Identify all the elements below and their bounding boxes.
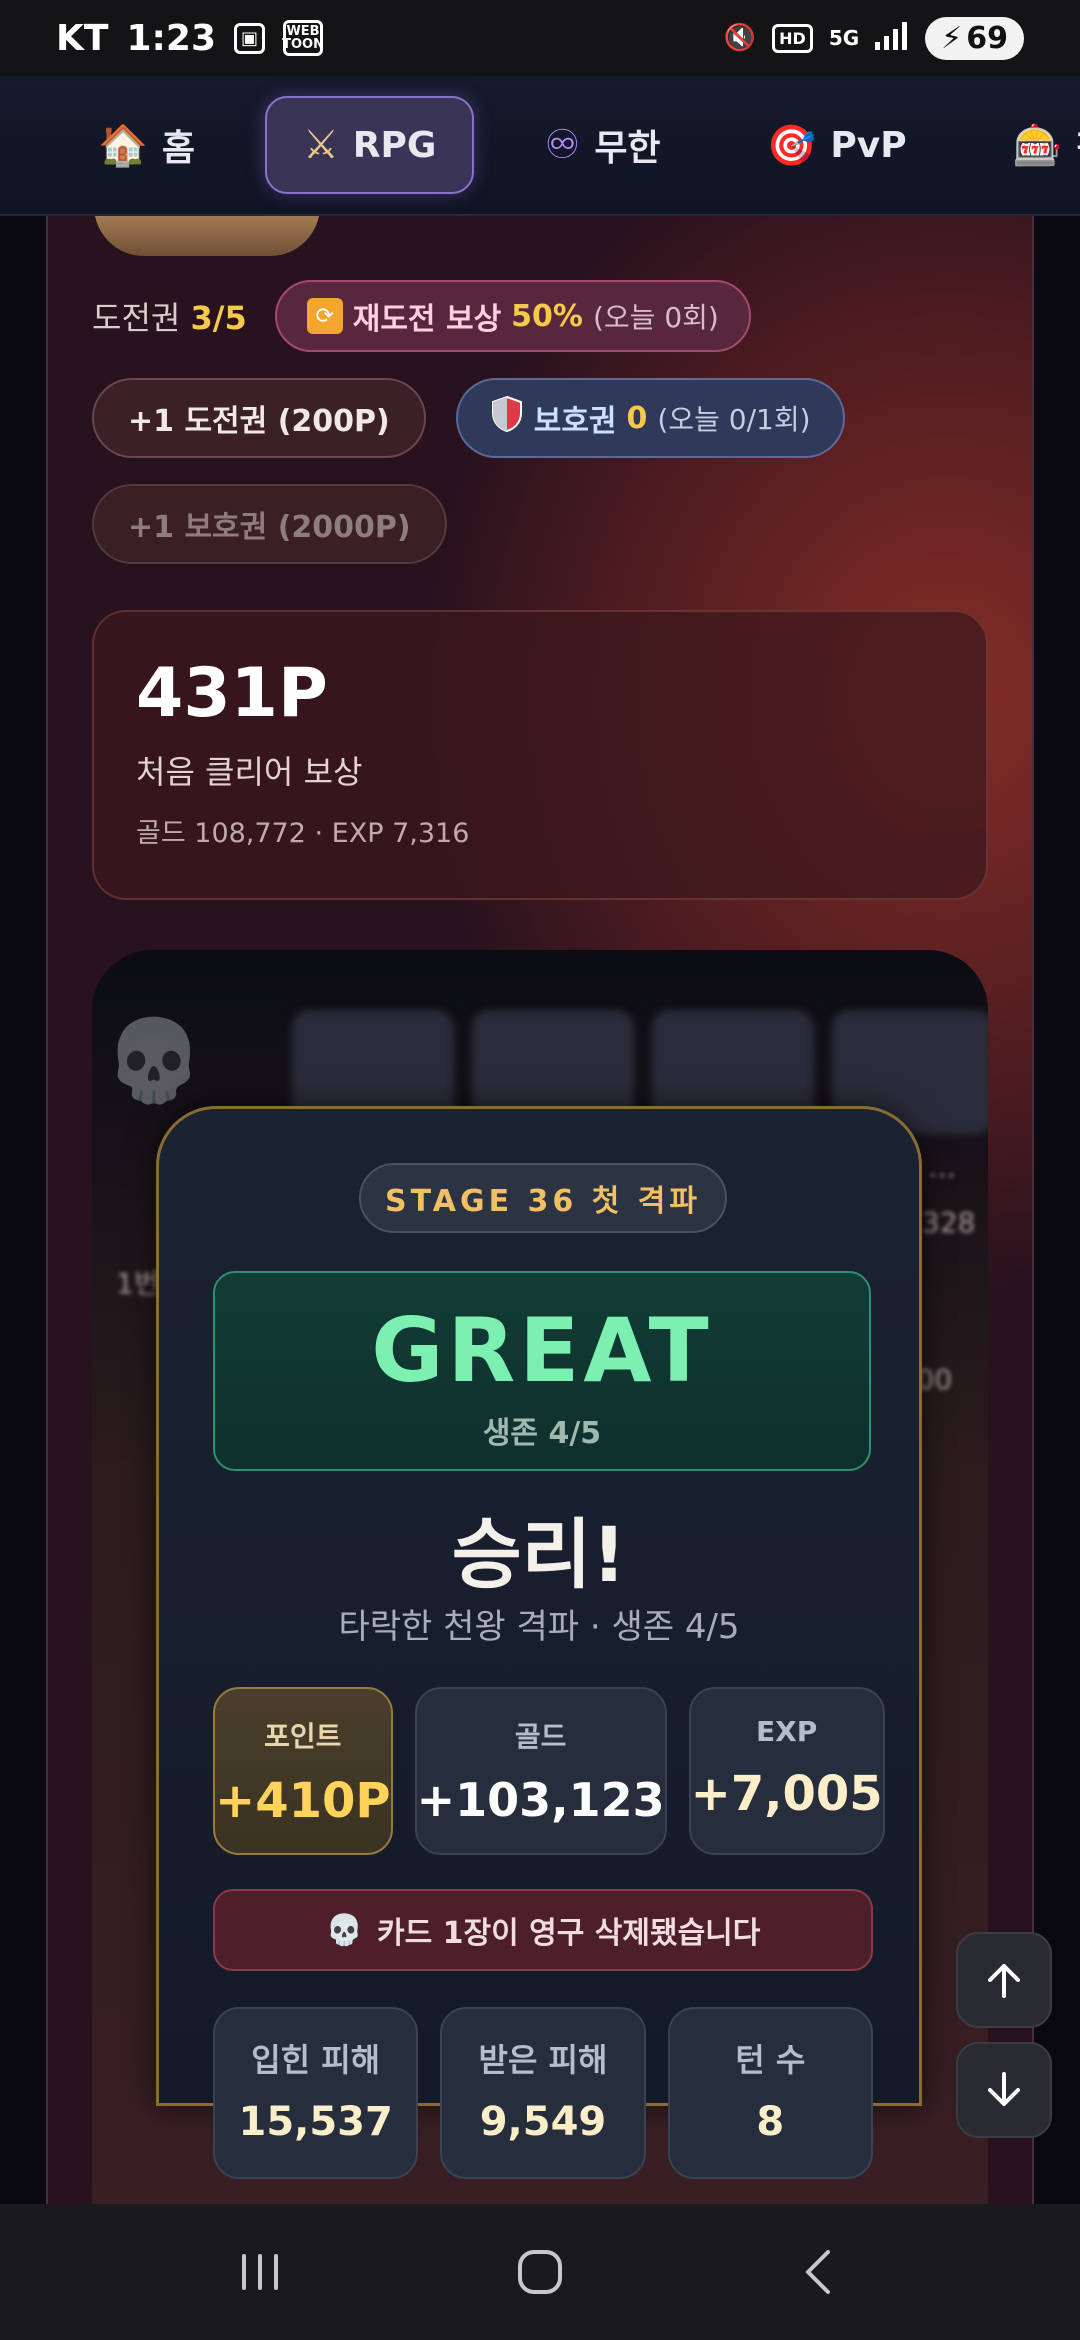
stat-label: 받은 피해: [478, 2041, 608, 2079]
stage-clear-badge: STAGE 36 첫 격파: [359, 1163, 727, 1233]
charging-icon: ⚡: [941, 20, 963, 56]
tab-label: 무한: [594, 128, 661, 169]
mute-icon: 🔇: [723, 23, 757, 53]
stat-value: 9,549: [479, 2099, 607, 2145]
victory-title: 승리!: [451, 1510, 627, 1599]
arrow-down-icon: [988, 2072, 1020, 2106]
hd-icon: HD: [772, 23, 813, 53]
back-icon[interactable]: [790, 2242, 850, 2302]
stat-value: 8: [756, 2099, 785, 2145]
reward-points: 431P: [136, 654, 328, 733]
skull-icon: 💀: [104, 1014, 204, 1107]
damage-taken-stat: 받은 피해 9,549: [440, 2007, 646, 2179]
status-bar: KT 1:23 ▣ WEB TOON 🔇 HD 5G ⚡ 69: [0, 0, 1080, 76]
crossed-swords-icon: ⚔: [302, 122, 339, 168]
points-stat: 포인트 +410P: [213, 1687, 393, 1855]
tab-label: PvP: [830, 124, 907, 166]
retry-percent: 50%: [511, 298, 583, 334]
tab-label: 팩 뽑: [1076, 119, 1080, 171]
home-icon[interactable]: [510, 2242, 570, 2302]
warning-text: 카드 1장이 영구 삭제됐습니다: [376, 1916, 761, 1951]
tab-home[interactable]: 🏠 홈: [62, 95, 231, 195]
tab-label: 홈: [161, 128, 195, 169]
signal-icon: [875, 20, 909, 57]
turn-count-stat: 턴 수 8: [667, 2007, 873, 2179]
card-number-right: 328: [922, 1206, 976, 1239]
shield-ticket-badge: 보호권 0 (오늘 0/1회): [455, 378, 845, 458]
skull-icon: 💀: [325, 1912, 363, 1948]
arrow-up-icon: [988, 1964, 1020, 1998]
target-icon: 🎯: [766, 122, 817, 169]
battle-stats: 입힌 피해 15,537 받은 피해 9,549 턴 수 8: [213, 2007, 873, 2179]
challenge-label: 도전권: [92, 299, 181, 337]
retry-sub: (오늘 0회): [592, 301, 719, 334]
shield-sub: (오늘 0/1회): [657, 403, 811, 436]
damage-dealt-stat: 입힌 피해 15,537: [213, 2007, 419, 2179]
webtoon-icon: WEB TOON: [282, 20, 324, 56]
stat-label: 입힌 피해: [251, 2041, 381, 2079]
top-tab-bar: 🏠 홈 ⚔ RPG ♾ 무한 🎯 PvP 🎰 팩 뽑: [0, 76, 1080, 216]
retry-reward-badge: ⟳ 재도전 보상 50% (오늘 0회): [274, 280, 751, 352]
tab-infinite[interactable]: ♾ 무한: [508, 95, 696, 195]
stat-label: EXP: [756, 1715, 818, 1748]
survive-count: 생존 4/5: [482, 1416, 602, 1451]
challenge-count: 도전권 3/5: [92, 293, 247, 339]
stat-label: 포인트: [264, 1720, 342, 1753]
first-clear-reward-card: 431P 처음 클리어 보상 골드 108,772 · EXP 7,316: [92, 610, 988, 900]
network-5g-icon: 5G: [828, 26, 860, 50]
retry-label: 재도전 보상: [352, 302, 502, 337]
buy-challenge-ticket-button[interactable]: +1 도전권 (200P): [92, 378, 426, 458]
clock: 1:23: [126, 17, 216, 59]
stat-value: +7,005: [690, 1766, 883, 1822]
system-nav-bar: [0, 2204, 1080, 2340]
tab-label: RPG: [352, 124, 437, 166]
infinity-icon: ♾: [544, 122, 581, 168]
repeat-icon: ⟳: [306, 298, 343, 334]
shield-purchase-row: +1 보호권 (2000P): [92, 484, 447, 564]
scroll-down-button[interactable]: [956, 2042, 1052, 2138]
victory-subtitle: 타락한 천왕 격파 · 생존 4/5: [338, 1607, 740, 1647]
buy-shield-button[interactable]: +1 보호권 (2000P): [92, 484, 447, 564]
tab-pvp[interactable]: 🎯 PvP: [731, 98, 943, 193]
gold-stat: 골드 +103,123: [414, 1687, 667, 1855]
scroll-up-button[interactable]: [956, 1932, 1052, 2028]
battle-result-modal: STAGE 36 첫 격파 GREAT 생존 4/5 승리! 타락한 천왕 격파…: [156, 1106, 922, 2179]
shield-label: 보호권: [533, 404, 617, 439]
challenge-value: 3/5: [190, 299, 247, 337]
carrier-label: KT: [56, 17, 109, 59]
stat-value: +103,123: [416, 1773, 665, 1827]
battery-level: 69: [966, 20, 1008, 56]
tab-pack[interactable]: 🎰 팩 뽑: [977, 95, 1080, 195]
slot-machine-icon: 🎰: [1012, 122, 1063, 169]
screenshot-icon: ▣: [234, 22, 266, 54]
shield-icon: [490, 395, 524, 441]
stat-value: +410P: [215, 1773, 391, 1829]
challenge-row: 도전권 3/5 ⟳ 재도전 보상 50% (오늘 0회): [92, 280, 751, 352]
stage-badge-partial: [94, 216, 320, 256]
shield-value: 0: [626, 400, 648, 436]
reward-label: 처음 클리어 보상: [136, 753, 363, 791]
exp-stat: EXP +7,005: [688, 1687, 885, 1855]
battery-indicator: ⚡ 69: [925, 16, 1024, 60]
slot-label-left: 1번: [116, 1267, 160, 1300]
tab-rpg[interactable]: ⚔ RPG: [264, 96, 475, 194]
stat-label: 골드: [514, 1720, 567, 1753]
card-deleted-warning: 💀 카드 1장이 영구 삭제됐습니다: [213, 1889, 873, 1971]
reward-detail: 골드 108,772 · EXP 7,316: [136, 818, 470, 849]
stat-label: 턴 수: [735, 2041, 806, 2079]
grade-box: GREAT 생존 4/5: [213, 1271, 871, 1471]
reward-stats: 포인트 +410P 골드 +103,123 EXP +7,005: [213, 1687, 885, 1855]
house-icon: 🏠: [98, 122, 148, 169]
purchase-row: +1 도전권 (200P) 보호권 0 (오늘 0/1회): [92, 378, 845, 458]
recent-apps-icon[interactable]: [230, 2242, 290, 2302]
stat-value: 15,537: [238, 2099, 393, 2145]
grade-text: GREAT: [371, 1299, 713, 1402]
